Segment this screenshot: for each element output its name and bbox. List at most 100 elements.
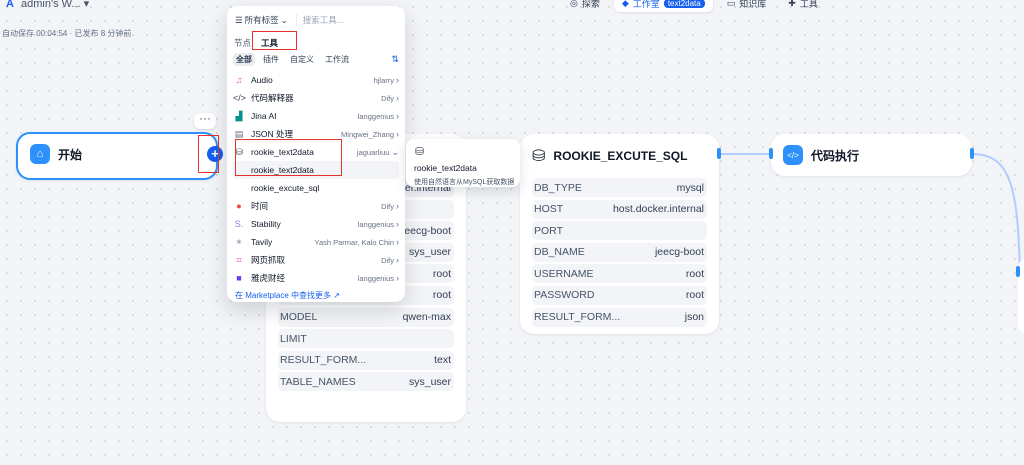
chevron-right-icon: › — [396, 237, 399, 247]
tool-tooltip: ⛁ rookie_text2data 使用自然语言从MySQL获取数据 — [406, 139, 520, 187]
tool-provider-item[interactable]: ● 时间 Dify › — [233, 197, 399, 215]
tool-name: rookie_excute_sql — [251, 183, 320, 193]
filter-all[interactable]: 全部 — [233, 53, 255, 66]
tool-author: Yash Parmar, Kalo Chin — [314, 237, 394, 247]
tool-author: Dify — [381, 201, 394, 211]
param-row: PORT — [532, 221, 707, 241]
tool-author: Dify — [381, 255, 394, 265]
tool-provider-item[interactable]: </> 代码解释器 Dify › — [233, 89, 399, 107]
chevron-down-icon: ▾ — [83, 0, 90, 10]
tool-author: hjlarry — [373, 75, 394, 85]
code-node[interactable]: </> 代码执行 — [771, 134, 972, 176]
tool-author: Dify — [381, 93, 394, 103]
filter-workflow[interactable]: 工作流 — [322, 53, 352, 66]
chevron-down-icon: ⌄ — [391, 146, 399, 157]
tool-author: langgenius — [357, 111, 394, 121]
tab-tools[interactable]: ✚ 工具 — [780, 0, 826, 12]
tool-provider-item[interactable]: ▟ Jina AI langgenius › — [233, 107, 399, 125]
tool-name: 网页抓取 — [251, 255, 286, 265]
tooltip-tool-name: rookie_text2data — [414, 163, 477, 173]
chevron-right-icon: › — [396, 255, 399, 265]
home-icon: ⌂ — [30, 144, 50, 164]
tab-tools[interactable]: 工具 — [261, 37, 278, 49]
tool-name: 时间 — [251, 201, 269, 211]
add-next-node-button[interactable]: + — [207, 146, 223, 162]
param-row: MODEL qwen-max — [278, 307, 454, 327]
tool-provider-item[interactable]: ♫ Audio hjlarry › — [233, 71, 399, 89]
tab-knowledge[interactable]: ▭ 知识库 — [719, 0, 775, 12]
workspace-icon: ◆ — [621, 0, 629, 8]
tool-author: Mingwei_Zhang — [341, 129, 394, 139]
node-input-handle[interactable] — [1016, 266, 1020, 277]
tag-filter-button[interactable]: ☰ 所有标签 ⌄ — [233, 14, 290, 26]
chevron-right-icon: › — [396, 111, 399, 121]
tool-provider-item[interactable]: ▤ JSON 处理 Mingwei_Zhang › — [233, 125, 399, 143]
param-row: TABLE_NAMES sys_user — [278, 372, 454, 392]
node-input-handle[interactable] — [769, 148, 773, 159]
database-icon: ⛁ — [415, 146, 425, 158]
code-node-title: 代码执行 — [811, 148, 860, 163]
tool-author: langgenius — [357, 273, 394, 283]
tool-provider-item[interactable]: ⛁ rookie_text2data jaguarliuu ⌄ — [233, 143, 399, 161]
chevron-right-icon: › — [396, 219, 399, 229]
autosave-status: 自动保存 00:04:54 · 已发布 8 分钟前 — [2, 29, 132, 38]
tool-name: Jina AI — [251, 111, 277, 121]
param-row: DB_TYPE mysql — [532, 178, 707, 197]
current-app-badge: text2data — [663, 0, 705, 8]
filter-plugin[interactable]: 插件 — [260, 53, 282, 66]
jina-icon: ▟ — [235, 110, 243, 121]
chevron-right-icon: › — [396, 93, 399, 103]
tool-action-item[interactable]: rookie_text2data — [233, 161, 399, 179]
tool-provider-item[interactable]: ✶ Tavily Yash Parmar, Kalo Chin › — [233, 233, 399, 251]
tool-author: jaguarliuu — [356, 147, 390, 157]
web-scraper-icon: ⌗ — [236, 254, 242, 265]
execute-sql-node[interactable]: ⛁ ROOKIE_EXCUTE_SQL DB_TYPE mysql HOST hos… — [520, 134, 719, 334]
app-logo-icon: A — [6, 0, 14, 10]
tab-nodes[interactable]: 节点 — [234, 37, 251, 49]
tool-name: Stability — [251, 219, 281, 229]
sort-icon[interactable]: ⇅ — [391, 54, 399, 65]
tool-search-input[interactable]: 搜索工具... — [295, 14, 344, 26]
picker-tabs: 节点 工具 — [234, 37, 278, 49]
tool-action-item[interactable]: rookie_excute_sql — [233, 179, 399, 197]
tool-author: langgenius — [357, 219, 394, 229]
compass-icon: ◎ — [570, 0, 578, 8]
param-row: LIMIT — [278, 329, 454, 349]
tool-provider-item[interactable]: S. Stability langgenius › — [233, 215, 399, 233]
start-node[interactable]: ⌂ 开始 — [16, 132, 218, 180]
node-output-handle[interactable] — [717, 148, 721, 159]
tool-name: 代码解释器 — [251, 93, 294, 103]
tooltip-description: 使用自然语言从MySQL获取数据 — [414, 179, 515, 186]
chevron-right-icon: › — [396, 273, 399, 283]
execute-sql-node-title: ROOKIE_EXCUTE_SQL — [553, 149, 688, 163]
tab-explore[interactable]: ◎ 探索 — [562, 0, 608, 12]
param-row: HOST host.docker.internal — [532, 199, 707, 219]
execute-param-list: DB_TYPE mysql HOST host.docker.internal PO… — [520, 178, 719, 327]
edge-code-to-next — [972, 153, 1021, 277]
param-row: RESULT_FORM... json — [532, 307, 707, 327]
tool-name: rookie_text2data — [251, 165, 314, 175]
more-options-button[interactable]: ··· — [194, 112, 216, 129]
chevron-right-icon: › — [396, 129, 399, 139]
tool-name: 雅虎财经 — [251, 273, 286, 283]
code-icon: </> — [783, 145, 803, 165]
app-title[interactable]: A admin's W... ▾ — [6, 0, 89, 10]
edge-execute-to-code — [720, 153, 772, 155]
tab-workspace[interactable]: ◆ 工作室 text2data — [613, 0, 713, 12]
tool-name: Audio — [251, 75, 273, 85]
param-row: PASSWORDroot — [532, 285, 707, 305]
top-nav: ◎ 探索 ◆ 工作室 text2data ▭ 知识库 ✚ 工具 — [562, 0, 826, 12]
database-icon: ⛁ — [235, 146, 243, 157]
tool-picker-popover: ☰ 所有标签 ⌄ 搜索工具... 节点 工具 全部 插件 自定义 工作流 ⇅ ♫… — [227, 6, 405, 302]
chevron-down-icon: ⌄ — [280, 14, 288, 25]
filter-custom[interactable]: 自定义 — [287, 53, 317, 66]
book-icon: ▭ — [726, 0, 736, 8]
tool-list: ♫ Audio hjlarry › </> 代码解释器 Dify › ▟ Jina AI langg… — [233, 71, 399, 287]
clock-icon: ● — [236, 201, 242, 211]
tool-provider-item[interactable]: ■ 雅虎财经 langgenius › — [233, 269, 399, 287]
tool-provider-item[interactable]: ⌗ 网页抓取 Dify › — [233, 251, 399, 269]
marketplace-link[interactable]: 在 Marketplace 中查找更多 ↗ — [235, 290, 340, 301]
param-row: USERNAME root — [532, 264, 707, 284]
audio-icon: ♫ — [235, 75, 243, 85]
node-output-handle[interactable] — [970, 148, 974, 159]
